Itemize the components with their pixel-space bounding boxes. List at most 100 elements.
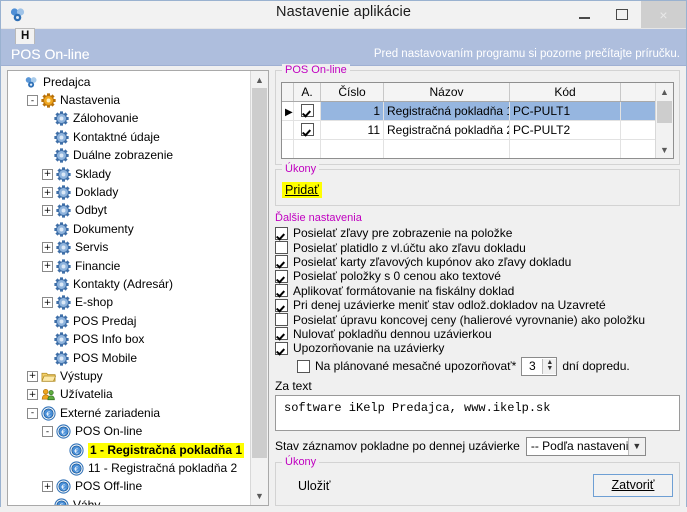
table-scrollbar[interactable]: ▲ ▼ — [655, 83, 673, 158]
tree-scrollbar[interactable]: ▲ ▼ — [250, 71, 268, 505]
setting-checkbox[interactable] — [275, 299, 288, 312]
other-settings-title: Ďalšie nastavenia — [275, 212, 680, 224]
setting-checkbox[interactable] — [275, 327, 288, 340]
setting-checkbox-row[interactable]: Upozorňovanie na uzávierky — [275, 341, 680, 355]
tree-item-predajca[interactable]: Predajca — [8, 73, 250, 91]
state-select[interactable]: -- Podľa nastavenia ▼ — [526, 437, 646, 456]
setting-checkbox-row[interactable]: Aplikovať formátovanie na fiskálny dokla… — [275, 284, 680, 298]
collapse-icon[interactable]: - — [27, 95, 38, 106]
tree-item-label: POS On-line — [75, 425, 142, 438]
scroll-up-icon[interactable]: ▲ — [251, 71, 268, 88]
gear-blue-icon — [54, 148, 69, 163]
tree-item-pos-off-line[interactable]: +€POS Off-line — [8, 478, 250, 496]
table-row[interactable]: ▶1Registračná pokladňa 1PC-PULT1 — [282, 102, 656, 121]
scroll-down-icon[interactable]: ▼ — [251, 488, 268, 505]
setting-checkbox[interactable] — [275, 342, 288, 355]
table-empty-row — [282, 140, 656, 159]
tree-item-label: POS Predaj — [73, 315, 136, 328]
tree-item-dokumenty[interactable]: Dokumenty — [8, 220, 250, 238]
save-link[interactable]: Uložiť — [298, 479, 330, 493]
table-scroll-down-icon[interactable]: ▼ — [656, 141, 673, 158]
expand-icon[interactable]: + — [42, 297, 53, 308]
setting-checkbox[interactable] — [275, 255, 288, 268]
setting-checkbox-row[interactable]: Posielať karty zľavových kupónov ako zľa… — [275, 255, 680, 269]
tree-item-servis[interactable]: + Servis — [8, 239, 250, 257]
pos-table[interactable]: A. Číslo Názov Kód ▶1Registračná pokladň… — [282, 83, 656, 159]
tree-item-pos-predaj[interactable]: POS Predaj — [8, 312, 250, 330]
setting-checkbox[interactable] — [275, 227, 288, 240]
expand-icon[interactable]: + — [42, 242, 53, 253]
tree-item-v-hy[interactable]: €Váhy — [8, 496, 250, 505]
za-text-field[interactable]: software iKelp Predajca, www.ikelp.sk — [275, 395, 680, 431]
expand-icon[interactable]: + — [27, 371, 38, 382]
col-active[interactable]: A. — [294, 83, 321, 102]
setting-checkbox[interactable] — [275, 241, 288, 254]
tree-item-u-vatelia[interactable]: +Užívatelia — [8, 386, 250, 404]
table-scroll-up-icon[interactable]: ▲ — [656, 83, 673, 100]
add-link[interactable]: Pridať — [282, 182, 322, 198]
setting-checkbox-row[interactable]: Posielať úpravu koncovej ceny (halierové… — [275, 312, 680, 326]
col-number[interactable]: Číslo — [321, 83, 384, 102]
tree-item-odbyt[interactable]: +Odbyt — [8, 202, 250, 220]
tree-item-extern-zariadenia[interactable]: -€Externé zariadenia — [8, 404, 250, 422]
settings-tree[interactable]: Predajca-NastaveniaZálohovanieKontaktné … — [8, 73, 250, 505]
days-ahead-value[interactable]: 3 — [522, 359, 542, 373]
tree-item-e-shop[interactable]: +E-shop — [8, 294, 250, 312]
tree-item-1-registra-n-poklad-a-1[interactable]: €1 - Registračná pokladňa 1 — [8, 441, 250, 459]
tree-item-kontaktn-daje[interactable]: Kontaktné údaje — [8, 128, 250, 146]
setting-checkbox-row[interactable]: Posielať zľavy pre zobrazenie na položke — [275, 226, 680, 240]
minimize-button[interactable] — [565, 1, 603, 28]
tree-item-nastavenia[interactable]: -Nastavenia — [8, 91, 250, 109]
row-active-checkbox[interactable] — [301, 104, 314, 117]
tree-item-label: Dokumenty — [73, 223, 134, 236]
expand-icon[interactable]: + — [42, 261, 53, 272]
tree-scrollbar-thumb[interactable] — [252, 88, 267, 458]
tree-item-label: Duálne zobrazenie — [73, 149, 173, 162]
expand-icon[interactable]: + — [42, 481, 53, 492]
expand-icon[interactable]: + — [42, 205, 53, 216]
tree-item-label: Servis — [75, 241, 108, 254]
close-button[interactable]: × — [641, 1, 686, 28]
setting-checkbox[interactable] — [275, 313, 288, 326]
expand-icon[interactable]: + — [42, 169, 53, 180]
tree-item-financie[interactable]: +Financie — [8, 257, 250, 275]
expand-icon[interactable]: + — [42, 187, 53, 198]
planned-monthly-checkbox[interactable] — [297, 360, 310, 373]
row-active-cell[interactable] — [294, 102, 321, 121]
tree-item-pos-on-line[interactable]: -€POS On-line — [8, 422, 250, 440]
tree-item-du-lne-zobrazenie[interactable]: Duálne zobrazenie — [8, 147, 250, 165]
row-active-checkbox[interactable] — [301, 123, 314, 136]
tree-item-11-registra-n-poklad-a-2[interactable]: €11 - Registračná pokladňa 2 — [8, 459, 250, 477]
tree-item-pos-info-box[interactable]: POS Info box — [8, 330, 250, 348]
chevron-down-icon[interactable]: ▼ — [628, 438, 645, 455]
content-area: Predajca-NastaveniaZálohovanieKontaktné … — [1, 66, 686, 512]
collapse-icon[interactable]: - — [42, 426, 53, 437]
stepper-arrows-icon[interactable]: ▲▼ — [542, 359, 556, 374]
row-active-cell[interactable] — [294, 121, 321, 140]
row-indicator — [282, 140, 294, 159]
table-scrollbar-thumb[interactable] — [657, 101, 672, 123]
tree-item-sklady[interactable]: +Sklady — [8, 165, 250, 183]
menu-item-h[interactable]: H — [15, 28, 35, 45]
tree-item-kontakty-adres-r[interactable]: Kontakty (Adresár) — [8, 275, 250, 293]
setting-checkbox-row[interactable]: Nulovať pokladňu dennou uzávierkou — [275, 327, 680, 341]
tree-item-label: POS Off-line — [75, 480, 142, 493]
setting-checkbox[interactable] — [275, 270, 288, 283]
tree-item-v-stupy[interactable]: +Výstupy — [8, 367, 250, 385]
setting-checkbox-row[interactable]: Pri denej uzávierke meniť stav odlož.dok… — [275, 298, 680, 312]
table-row[interactable]: 11Registračná pokladňa 2PC-PULT2 — [282, 121, 656, 140]
setting-checkbox[interactable] — [275, 284, 288, 297]
tree-item-pos-mobile[interactable]: POS Mobile — [8, 349, 250, 367]
col-name[interactable]: Názov — [384, 83, 510, 102]
days-ahead-stepper[interactable]: 3 ▲▼ — [521, 357, 557, 376]
row-tail — [621, 140, 656, 159]
col-code[interactable]: Kód — [510, 83, 621, 102]
tree-item-z-lohovanie[interactable]: Zálohovanie — [8, 110, 250, 128]
close-dialog-button[interactable]: Zatvoriť — [593, 474, 673, 497]
collapse-icon[interactable]: - — [27, 408, 38, 419]
expand-icon[interactable]: + — [27, 389, 38, 400]
setting-checkbox-row[interactable]: Posielať položky s 0 cenou ako textové — [275, 269, 680, 283]
setting-checkbox-row[interactable]: Posielať platidlo z vl.účtu ako zľavu do… — [275, 240, 680, 254]
tree-item-doklady[interactable]: +Doklady — [8, 183, 250, 201]
maximize-button[interactable] — [603, 1, 641, 28]
